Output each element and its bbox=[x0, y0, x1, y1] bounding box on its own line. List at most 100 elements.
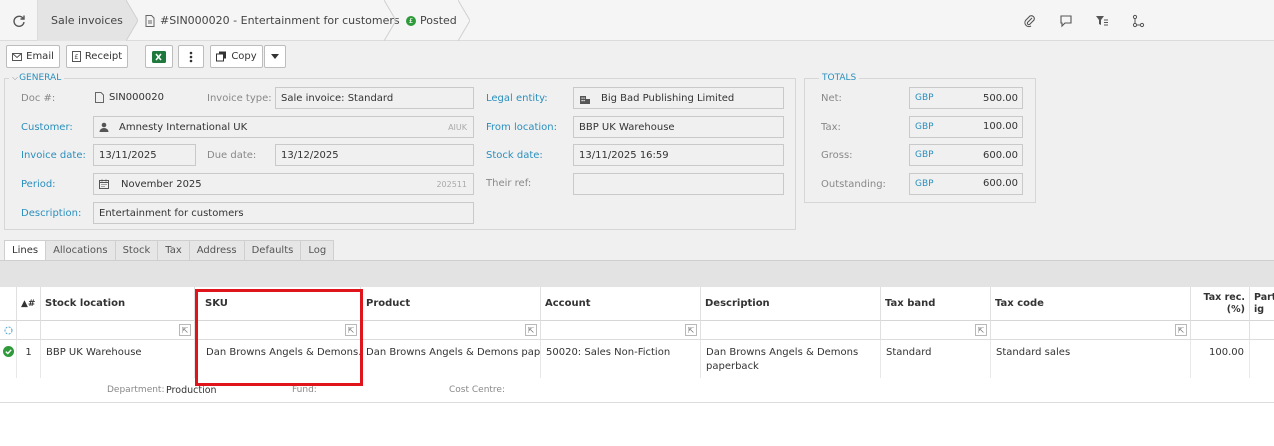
row-selector-header bbox=[0, 287, 17, 321]
tab-stock[interactable]: Stock bbox=[115, 240, 159, 261]
tab-allocations[interactable]: Allocations bbox=[46, 240, 116, 261]
open-lookup-icon[interactable]: ⇱ bbox=[1175, 324, 1187, 336]
stock-location-header[interactable]: Stock location bbox=[41, 287, 195, 321]
open-lookup-icon[interactable]: ⇱ bbox=[345, 324, 357, 336]
legal-entity-link[interactable]: Legal entity: bbox=[486, 93, 548, 104]
tab-log[interactable]: Log bbox=[301, 240, 335, 261]
open-lookup-icon[interactable]: ⇱ bbox=[975, 324, 987, 336]
breadcrumb-separator bbox=[384, 0, 396, 41]
filter-description[interactable] bbox=[701, 321, 881, 340]
totals-label: Gross: bbox=[821, 150, 853, 162]
currency-code: GBP bbox=[915, 93, 934, 103]
account-cell[interactable]: 50020: Sales Non-Fiction bbox=[541, 340, 701, 378]
account-header[interactable]: Account bbox=[541, 287, 701, 321]
filter-list-icon[interactable] bbox=[1094, 13, 1110, 29]
tax-band-cell[interactable]: Standard bbox=[881, 340, 991, 378]
receipt-button[interactable]: £ Receipt bbox=[66, 45, 128, 68]
receipt-icon: £ bbox=[71, 51, 81, 62]
filter-tax-band[interactable]: ⇱ bbox=[881, 321, 991, 340]
tax-code-cell[interactable]: Standard sales bbox=[991, 340, 1191, 378]
product-header[interactable]: Product bbox=[361, 287, 541, 321]
from-location-value: BBP UK Warehouse bbox=[579, 121, 675, 133]
product-cell[interactable]: Dan Browns Angels & Demons pap... bbox=[361, 340, 541, 378]
description-field[interactable]: Entertainment for customers bbox=[93, 202, 474, 224]
more-options-button[interactable] bbox=[178, 45, 204, 68]
legal-entity-field[interactable]: Big Bad Publishing Limited bbox=[573, 87, 784, 109]
breadcrumb-sale-invoices[interactable]: Sale invoices bbox=[38, 0, 126, 41]
tab-defaults[interactable]: Defaults bbox=[244, 240, 302, 261]
tax-code-header[interactable]: Tax code bbox=[991, 287, 1191, 321]
customer-link[interactable]: Customer: bbox=[21, 122, 73, 133]
svg-text:£: £ bbox=[74, 53, 78, 61]
period-field[interactable]: November 2025 202511 bbox=[93, 173, 474, 195]
invoice-date-field[interactable]: 13/11/2025 bbox=[93, 144, 196, 166]
general-legend[interactable]: ⌵GENERAL bbox=[9, 73, 65, 83]
filter-stock-location[interactable]: ⇱ bbox=[41, 321, 195, 340]
cost-centre-label: Cost Centre: bbox=[449, 385, 505, 395]
stock-location-cell[interactable]: BBP UK Warehouse bbox=[41, 340, 195, 378]
open-lookup-icon[interactable]: ⇱ bbox=[685, 324, 697, 336]
filter-product[interactable]: ⇱ bbox=[361, 321, 541, 340]
filter-tax-rec[interactable] bbox=[1191, 321, 1250, 340]
open-lookup-icon[interactable]: ⇱ bbox=[525, 324, 537, 336]
period-code: 202511 bbox=[436, 179, 467, 189]
sku-cell[interactable]: Dan Browns Angels & Demons... bbox=[195, 340, 361, 378]
filter-tax-code[interactable]: ⇱ bbox=[991, 321, 1191, 340]
filter-sku[interactable]: ⇱ bbox=[195, 321, 361, 340]
filter-line-number[interactable] bbox=[17, 321, 41, 340]
copy-dropdown-button[interactable] bbox=[264, 45, 286, 68]
general-legend-label: GENERAL bbox=[19, 73, 62, 83]
filter-account[interactable]: ⇱ bbox=[541, 321, 701, 340]
breadcrumb-document[interactable]: #SIN000020 - Entertainment for customers bbox=[140, 0, 400, 41]
description-header[interactable]: Description bbox=[701, 287, 881, 321]
customer-field[interactable]: Amnesty International UK AIUK bbox=[93, 116, 474, 138]
part-header[interactable]: Part ig bbox=[1250, 287, 1274, 321]
line-number-header[interactable]: ▲# bbox=[17, 287, 41, 321]
tab-address[interactable]: Address bbox=[189, 240, 245, 261]
totals-amount-field: GBP 500.00 bbox=[909, 87, 1023, 109]
part-cell[interactable] bbox=[1250, 340, 1274, 378]
their-ref-field[interactable] bbox=[573, 173, 784, 195]
stock-date-field[interactable]: 13/11/2025 16:59 bbox=[573, 144, 784, 166]
excel-icon bbox=[152, 50, 166, 63]
totals-label: Tax: bbox=[821, 121, 841, 133]
invoice-date-link[interactable]: Invoice date: bbox=[21, 150, 86, 161]
tab-lines[interactable]: Lines bbox=[4, 240, 47, 261]
department-value[interactable]: Production bbox=[166, 385, 217, 396]
refresh-icon[interactable] bbox=[0, 0, 38, 41]
totals-amount-field: GBP 600.00 bbox=[909, 172, 1023, 195]
row-status[interactable] bbox=[0, 340, 17, 378]
envelope-icon bbox=[12, 52, 23, 61]
totals-amount-field: GBP 100.00 bbox=[909, 115, 1023, 138]
description-link[interactable]: Description: bbox=[21, 208, 81, 219]
building-icon bbox=[580, 95, 590, 104]
invoice-type-field[interactable]: Sale invoice: Standard bbox=[275, 87, 474, 109]
line-number-cell[interactable]: 1 bbox=[17, 340, 41, 378]
attachment-icon[interactable] bbox=[1022, 13, 1038, 29]
copy-label: Copy bbox=[231, 51, 257, 62]
breadcrumb-status[interactable]: £ Posted bbox=[406, 0, 457, 41]
copy-button[interactable]: Copy bbox=[210, 45, 263, 68]
sku-header[interactable]: SKU bbox=[195, 287, 361, 321]
stock-date-value: 13/11/2025 16:59 bbox=[579, 149, 669, 161]
tab-tax[interactable]: Tax bbox=[158, 240, 190, 261]
receipt-label: Receipt bbox=[84, 51, 123, 62]
period-link[interactable]: Period: bbox=[21, 179, 56, 190]
excel-export-button[interactable] bbox=[145, 45, 173, 68]
doc-number-value: SIN000020 bbox=[95, 92, 164, 103]
share-icon[interactable] bbox=[1130, 13, 1146, 29]
open-lookup-icon[interactable]: ⇱ bbox=[179, 324, 191, 336]
due-date-field[interactable]: 13/12/2025 bbox=[275, 144, 474, 166]
tax-rec-cell[interactable]: 100.00 bbox=[1191, 340, 1250, 378]
tax-rec-header[interactable]: Tax rec. (%) bbox=[1191, 287, 1250, 321]
filter-part[interactable] bbox=[1250, 321, 1274, 340]
from-location-field[interactable]: BBP UK Warehouse bbox=[573, 116, 784, 138]
comment-icon[interactable] bbox=[1058, 13, 1074, 29]
from-location-link[interactable]: From location: bbox=[486, 122, 557, 133]
description-cell[interactable]: Dan Browns Angels & Demons paperback bbox=[701, 340, 881, 378]
email-button[interactable]: Email bbox=[6, 45, 60, 68]
totals-label: Net: bbox=[821, 93, 842, 104]
stock-date-link[interactable]: Stock date: bbox=[486, 150, 543, 161]
fund-label: Fund: bbox=[292, 385, 317, 395]
tax-band-header[interactable]: Tax band bbox=[881, 287, 991, 321]
